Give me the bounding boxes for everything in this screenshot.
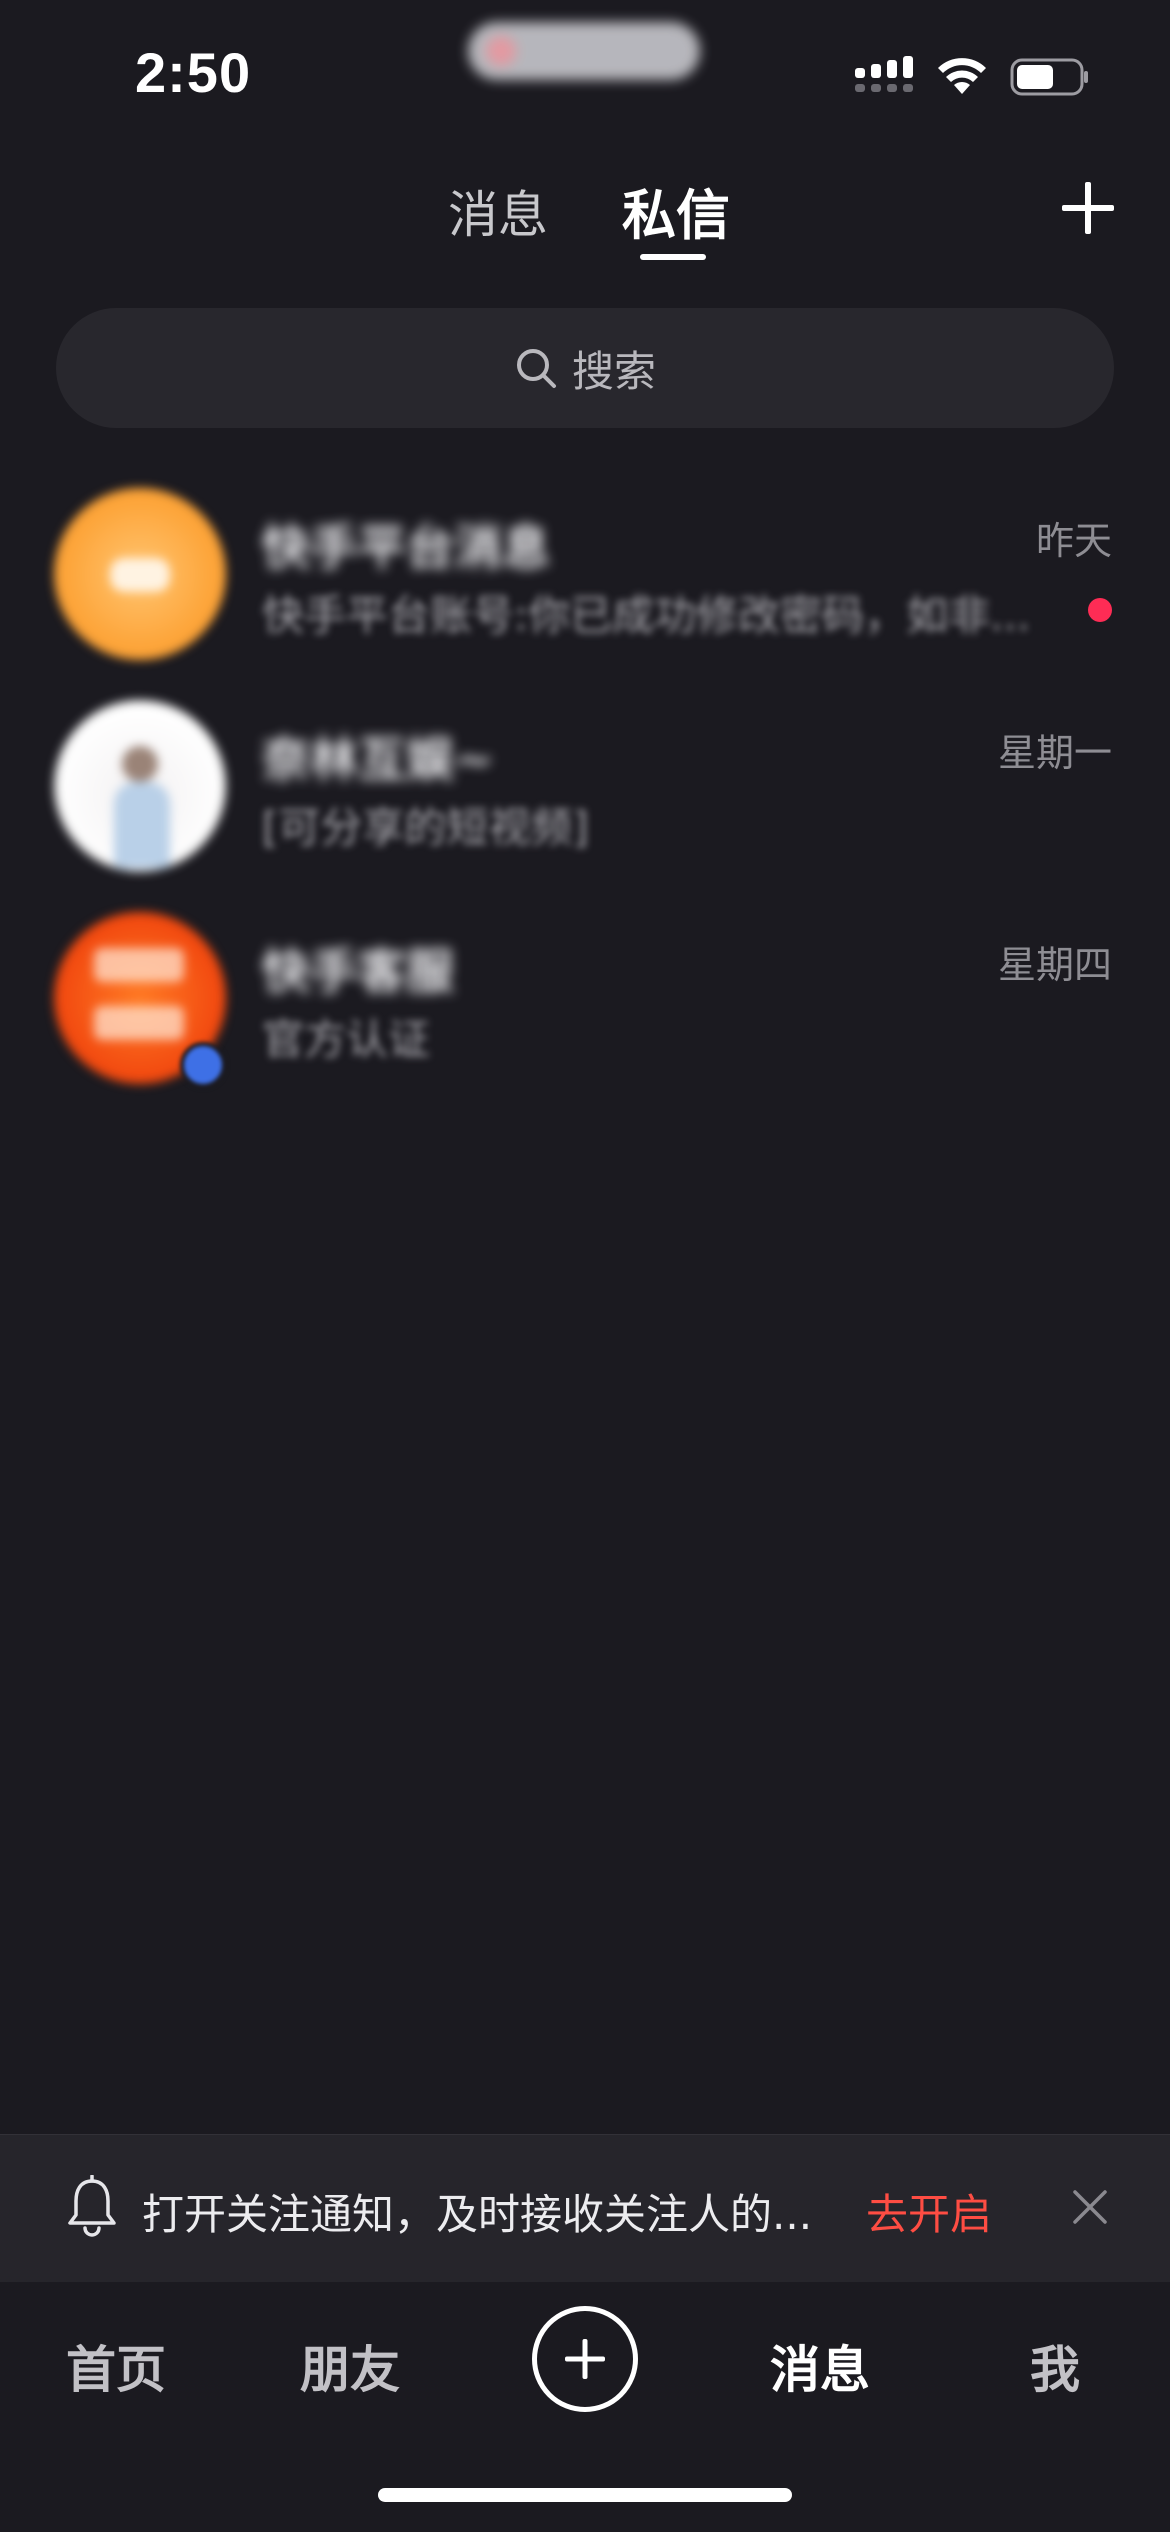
- status-time: 2:50: [135, 41, 252, 104]
- conversation-name: 快手平台消息: [262, 520, 551, 576]
- enable-notification-link[interactable]: 去开启: [866, 2181, 992, 2242]
- search-placeholder: 搜索: [571, 346, 656, 396]
- conversation-preview: 快手平台账号:你已成功修改密码，如非...: [262, 591, 1031, 640]
- conversation-name: 奈林互娱~: [262, 732, 495, 788]
- cellular-signal-icon: [855, 56, 913, 92]
- nav-home[interactable]: 首页: [66, 2330, 166, 2402]
- conversation-time: 星期四: [997, 943, 1112, 987]
- conversation-name: 快手客服: [262, 944, 455, 1000]
- close-icon[interactable]: [1072, 2189, 1108, 2225]
- wifi-icon: [938, 58, 986, 94]
- conversation-preview: [可分享的短视频]: [262, 803, 589, 852]
- search-icon: [516, 349, 556, 388]
- avatar: [54, 700, 226, 872]
- conversation-time: 星期一: [997, 731, 1112, 775]
- unread-dot: [1088, 598, 1112, 622]
- follow-notification-banner[interactable]: 打开关注通知，及时接收关注人的... 去开启: [0, 2134, 1170, 2282]
- conversation-time: 昨天: [1035, 519, 1112, 563]
- notice-text: 打开关注通知，及时接收关注人的...: [142, 2190, 813, 2239]
- bell-icon: [68, 2175, 116, 2237]
- home-indicator: [378, 2488, 792, 2502]
- conversation-row[interactable]: 奈林互娱~ [可分享的短视频] 星期一: [0, 680, 1170, 890]
- nav-me[interactable]: 我: [1030, 2330, 1080, 2402]
- conversation-preview: 官方认证: [262, 1015, 431, 1064]
- tab-direct-messages[interactable]: 私信: [622, 171, 730, 250]
- plus-icon[interactable]: [1060, 180, 1116, 236]
- conversation-row[interactable]: 快手平台消息 快手平台账号:你已成功修改密码，如非... 昨天: [0, 468, 1170, 678]
- create-button[interactable]: [532, 2306, 638, 2412]
- verified-badge-icon: [180, 1042, 226, 1088]
- nav-friends[interactable]: 朋友: [300, 2330, 400, 2402]
- battery-icon: [1010, 58, 1088, 96]
- active-tab-indicator: [640, 254, 706, 260]
- conversation-row[interactable]: 快手客服 官方认证 星期四: [0, 892, 1170, 1102]
- avatar: [54, 488, 226, 660]
- plus-circle-icon: [565, 2339, 605, 2379]
- dynamic-island-pill: [468, 22, 700, 80]
- tab-messages[interactable]: 消息: [448, 175, 548, 247]
- search-bar[interactable]: 搜索: [56, 308, 1114, 428]
- nav-messages[interactable]: 消息: [770, 2330, 870, 2402]
